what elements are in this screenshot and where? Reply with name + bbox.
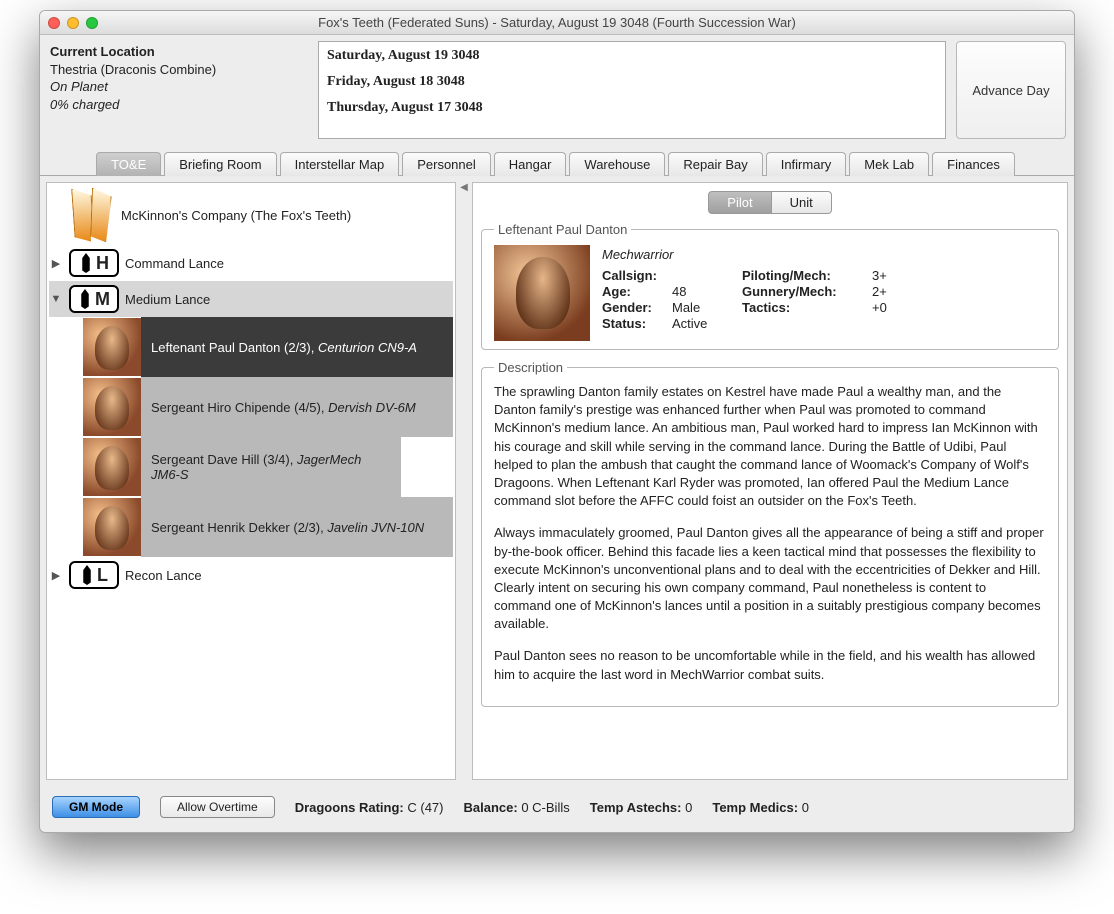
zoom-icon[interactable] [86,17,98,29]
header-row: Current Location Thestria (Draconis Comb… [40,35,1074,145]
callsign-value [672,268,742,283]
piloting-label: Piloting/Mech: [742,268,872,283]
age-label: Age: [602,284,672,299]
titlebar: Fox's Teeth (Federated Suns) - Saturday,… [40,11,1074,35]
app-window: Fox's Teeth (Federated Suns) - Saturday,… [39,10,1075,833]
splitter-arrow-icon: ◀ [460,182,468,193]
disclosure-icon[interactable]: ▼ [49,293,63,305]
tactics-value: +0 [872,300,912,315]
event-log[interactable]: Saturday, August 19 3048 Friday, August … [318,41,946,139]
location-heading: Current Location [50,43,308,61]
tab-repair-bay[interactable]: Repair Bay [668,152,762,176]
lance-row-recon[interactable]: ▶ L Recon Lance [49,557,453,593]
location-name: Thestria (Draconis Combine) [50,61,308,79]
pilot-summary-box: Leftenant Paul Danton Mechwarrior Callsi… [481,222,1059,350]
location-status: On Planet [50,78,308,96]
allow-overtime-button[interactable]: Allow Overtime [160,796,275,818]
main-tabs: TO&E Briefing Room Interstellar Map Pers… [40,151,1074,176]
tab-hangar[interactable]: Hangar [494,152,567,176]
pilot-row-chipende[interactable]: Sergeant Hiro Chipende (4/5), Dervish DV… [83,377,453,437]
lance-letter: H [96,253,109,274]
disclosure-icon[interactable]: ▶ [49,257,63,270]
pilot-portrait-icon [83,378,141,436]
tab-finances[interactable]: Finances [932,152,1015,176]
age-value: 48 [672,284,742,299]
status-value: Active [672,316,742,331]
lance-label: Recon Lance [125,568,202,583]
description-paragraph: The sprawling Danton family estates on K… [494,383,1046,510]
dragoons-rating: Dragoons Rating: C (47) [295,800,444,815]
lance-row-medium[interactable]: ▼ M Medium Lance [49,281,453,317]
pilot-label: Leftenant Paul Danton (2/3), Centurion C… [141,317,453,377]
minimize-icon[interactable] [67,17,79,29]
log-entry: Friday, August 18 3048 [327,74,937,90]
status-bar: GM Mode Allow Overtime Dragoons Rating: … [40,786,1074,832]
balance: Balance: 0 C-Bills [464,800,570,815]
description-box: Description The sprawling Danton family … [481,360,1059,707]
tab-infirmary[interactable]: Infirmary [766,152,847,176]
lance-icon: M [69,285,119,313]
callsign-label: Callsign: [602,268,672,283]
tab-warehouse[interactable]: Warehouse [569,152,665,176]
pilot-portrait-icon [83,318,141,376]
tab-mek-lab[interactable]: Mek Lab [849,152,929,176]
log-entry: Thursday, August 17 3048 [327,100,937,116]
tab-interstellar-map[interactable]: Interstellar Map [280,152,400,176]
description-heading: Description [494,360,567,375]
pilot-row-danton[interactable]: Leftenant Paul Danton (2/3), Centurion C… [83,317,453,377]
detail-tab-unit[interactable]: Unit [772,191,832,214]
lance-icon: H [69,249,119,277]
company-label: McKinnon's Company (The Fox's Teeth) [121,208,351,223]
pilot-label: Sergeant Hiro Chipende (4/5), Dervish DV… [141,377,453,437]
status-label: Status: [602,316,672,331]
description-paragraph: Paul Danton sees no reason to be uncomfo… [494,647,1046,683]
content-area: McKinnon's Company (The Fox's Teeth) ▶ H… [40,176,1074,786]
company-icon [69,186,115,244]
lance-label: Command Lance [125,256,224,271]
pilot-role: Mechwarrior [602,247,1046,262]
advance-day-button[interactable]: Advance Day [956,41,1066,139]
splitter-handle[interactable]: ◀ [460,182,468,780]
pilot-stats: Callsign: Piloting/Mech: 3+ Age: 48 Gunn… [602,268,1046,331]
gunnery-value: 2+ [872,284,912,299]
lance-letter: M [95,289,110,310]
location-panel: Current Location Thestria (Draconis Comb… [48,41,308,139]
company-row[interactable]: McKinnon's Company (The Fox's Teeth) [49,185,453,245]
detail-tabs: Pilot Unit [481,191,1059,214]
pilot-row-hill[interactable]: Sergeant Dave Hill (3/4), JagerMech JM6-… [83,437,453,497]
tab-personnel[interactable]: Personnel [402,152,491,176]
pilot-name: Leftenant Paul Danton [494,222,631,237]
detail-tab-pilot[interactable]: Pilot [708,191,771,214]
lance-label: Medium Lance [125,292,210,307]
temp-medics: Temp Medics: 0 [712,800,809,815]
window-controls [48,17,98,29]
pilot-portrait-icon [83,498,141,556]
tab-briefing-room[interactable]: Briefing Room [164,152,276,176]
toe-tree[interactable]: McKinnon's Company (The Fox's Teeth) ▶ H… [46,182,456,780]
pilot-label: Sergeant Dave Hill (3/4), JagerMech JM6-… [141,437,401,497]
description-paragraph: Always immaculately groomed, Paul Danton… [494,524,1046,633]
gender-value: Male [672,300,742,315]
lance-letter: L [97,565,108,586]
pilot-row-dekker[interactable]: Sergeant Henrik Dekker (2/3), Javelin JV… [83,497,453,557]
close-icon[interactable] [48,17,60,29]
pilot-label: Sergeant Henrik Dekker (2/3), Javelin JV… [141,497,453,557]
tactics-label: Tactics: [742,300,872,315]
piloting-value: 3+ [872,268,912,283]
gunnery-label: Gunnery/Mech: [742,284,872,299]
disclosure-icon[interactable]: ▶ [49,569,63,582]
lance-icon: L [69,561,119,589]
window-title: Fox's Teeth (Federated Suns) - Saturday,… [40,15,1074,30]
location-charge: 0% charged [50,96,308,114]
temp-astechs: Temp Astechs: 0 [590,800,693,815]
log-entry: Saturday, August 19 3048 [327,48,937,64]
pilot-portrait-large-icon [494,245,590,341]
pilot-portrait-icon [83,438,141,496]
gender-label: Gender: [602,300,672,315]
lance-row-command[interactable]: ▶ H Command Lance [49,245,453,281]
tab-toe[interactable]: TO&E [96,152,161,176]
gm-mode-button[interactable]: GM Mode [52,796,140,818]
detail-panel: Pilot Unit Leftenant Paul Danton Mechwar… [472,182,1068,780]
